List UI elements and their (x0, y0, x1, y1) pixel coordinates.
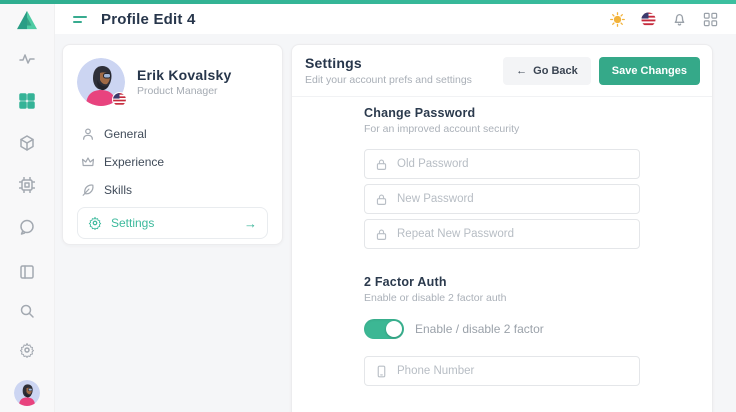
dashboard-grid-icon[interactable] (19, 92, 36, 109)
menu-item-settings[interactable]: Settings → (77, 207, 268, 239)
panel-title: Settings (305, 55, 472, 71)
top-accent-bar (0, 0, 736, 4)
panel-title-block: Settings Edit your account prefs and set… (305, 55, 472, 86)
settings-panel-header: Settings Edit your account prefs and set… (292, 45, 712, 97)
gear-icon[interactable] (19, 341, 36, 358)
menu-item-general[interactable]: General (77, 120, 268, 148)
change-password-section: Change Password For an improved account … (364, 106, 640, 249)
topbar-actions (609, 11, 718, 27)
smartphone-icon (375, 365, 388, 378)
us-flag-badge-icon (112, 92, 127, 107)
profile-header: Erik Kovalsky Product Manager (77, 58, 268, 106)
apps-grid-icon[interactable] (702, 11, 718, 27)
save-changes-label: Save Changes (612, 65, 687, 77)
app-logo-triangle-icon (16, 10, 38, 30)
repeat-password-input[interactable] (397, 228, 629, 240)
content-area: Erik Kovalsky Product Manager General Ex… (55, 34, 736, 412)
profile-card: Erik Kovalsky Product Manager General Ex… (62, 44, 283, 245)
lock-icon (375, 158, 388, 171)
phone-number-input[interactable] (397, 365, 629, 377)
old-password-field (364, 149, 640, 179)
search-icon[interactable] (19, 302, 36, 319)
user-name: Erik Kovalsky (137, 67, 231, 83)
repeat-password-field (364, 219, 640, 249)
hamburger-menu-icon[interactable] (73, 16, 87, 23)
lock-icon (375, 193, 388, 206)
top-bar: Profile Edit 4 (55, 4, 736, 34)
user-role: Product Manager (137, 85, 231, 97)
two-factor-toggle[interactable] (364, 319, 404, 339)
feather-icon (81, 183, 95, 197)
gear-icon (88, 216, 102, 230)
go-back-label: Go Back (533, 65, 578, 77)
menu-item-label: Skills (104, 183, 132, 197)
profile-identity: Erik Kovalsky Product Manager (137, 67, 231, 97)
theme-sun-icon[interactable] (609, 11, 625, 27)
arrow-right-icon: → (244, 217, 257, 230)
columns-icon[interactable] (19, 263, 36, 280)
sidebar-nav-bottom (14, 263, 40, 406)
menu-item-label: Experience (104, 155, 164, 169)
panel-actions: ← Go Back Save Changes (503, 57, 700, 85)
bell-icon[interactable] (671, 11, 687, 27)
two-factor-toggle-row: Enable / disable 2 factor (364, 319, 640, 339)
box-icon[interactable] (19, 134, 36, 151)
section-subtitle: Enable or disable 2 factor auth (364, 292, 640, 304)
sidebar-nav-top (19, 50, 36, 235)
settings-form: Change Password For an improved account … (292, 97, 712, 412)
panel-subtitle: Edit your account prefs and settings (305, 74, 472, 86)
two-factor-toggle-label: Enable / disable 2 factor (415, 322, 544, 336)
save-changes-button[interactable]: Save Changes (599, 57, 700, 85)
go-back-button[interactable]: ← Go Back (503, 57, 591, 85)
language-us-flag-icon[interactable] (640, 11, 656, 27)
arrow-left-icon: ← (516, 65, 527, 77)
sidebar-user-avatar[interactable] (14, 380, 40, 406)
two-factor-section: 2 Factor Auth Enable or disable 2 factor… (364, 275, 640, 386)
menu-item-skills[interactable]: Skills (77, 176, 268, 204)
user-avatar (77, 58, 125, 106)
new-password-input[interactable] (397, 193, 629, 205)
menu-item-label: General (104, 127, 147, 141)
activity-icon[interactable] (19, 50, 36, 67)
profile-menu: General Experience Skills Settings → (77, 120, 268, 239)
menu-item-label: Settings (111, 216, 154, 230)
section-title: Change Password (364, 106, 640, 120)
menu-item-experience[interactable]: Experience (77, 148, 268, 176)
user-icon (81, 127, 95, 141)
phone-number-field (364, 356, 640, 386)
old-password-input[interactable] (397, 158, 629, 170)
lock-icon (375, 228, 388, 241)
page-title: Profile Edit 4 (101, 11, 196, 28)
crown-icon (81, 155, 95, 169)
new-password-field (364, 184, 640, 214)
section-subtitle: For an improved account security (364, 123, 640, 135)
section-title: 2 Factor Auth (364, 275, 640, 289)
chat-icon[interactable] (19, 218, 36, 235)
settings-panel: Settings Edit your account prefs and set… (291, 44, 713, 412)
icon-sidebar (0, 4, 55, 412)
app-window: Profile Edit 4 (0, 0, 736, 412)
cpu-icon[interactable] (19, 176, 36, 193)
